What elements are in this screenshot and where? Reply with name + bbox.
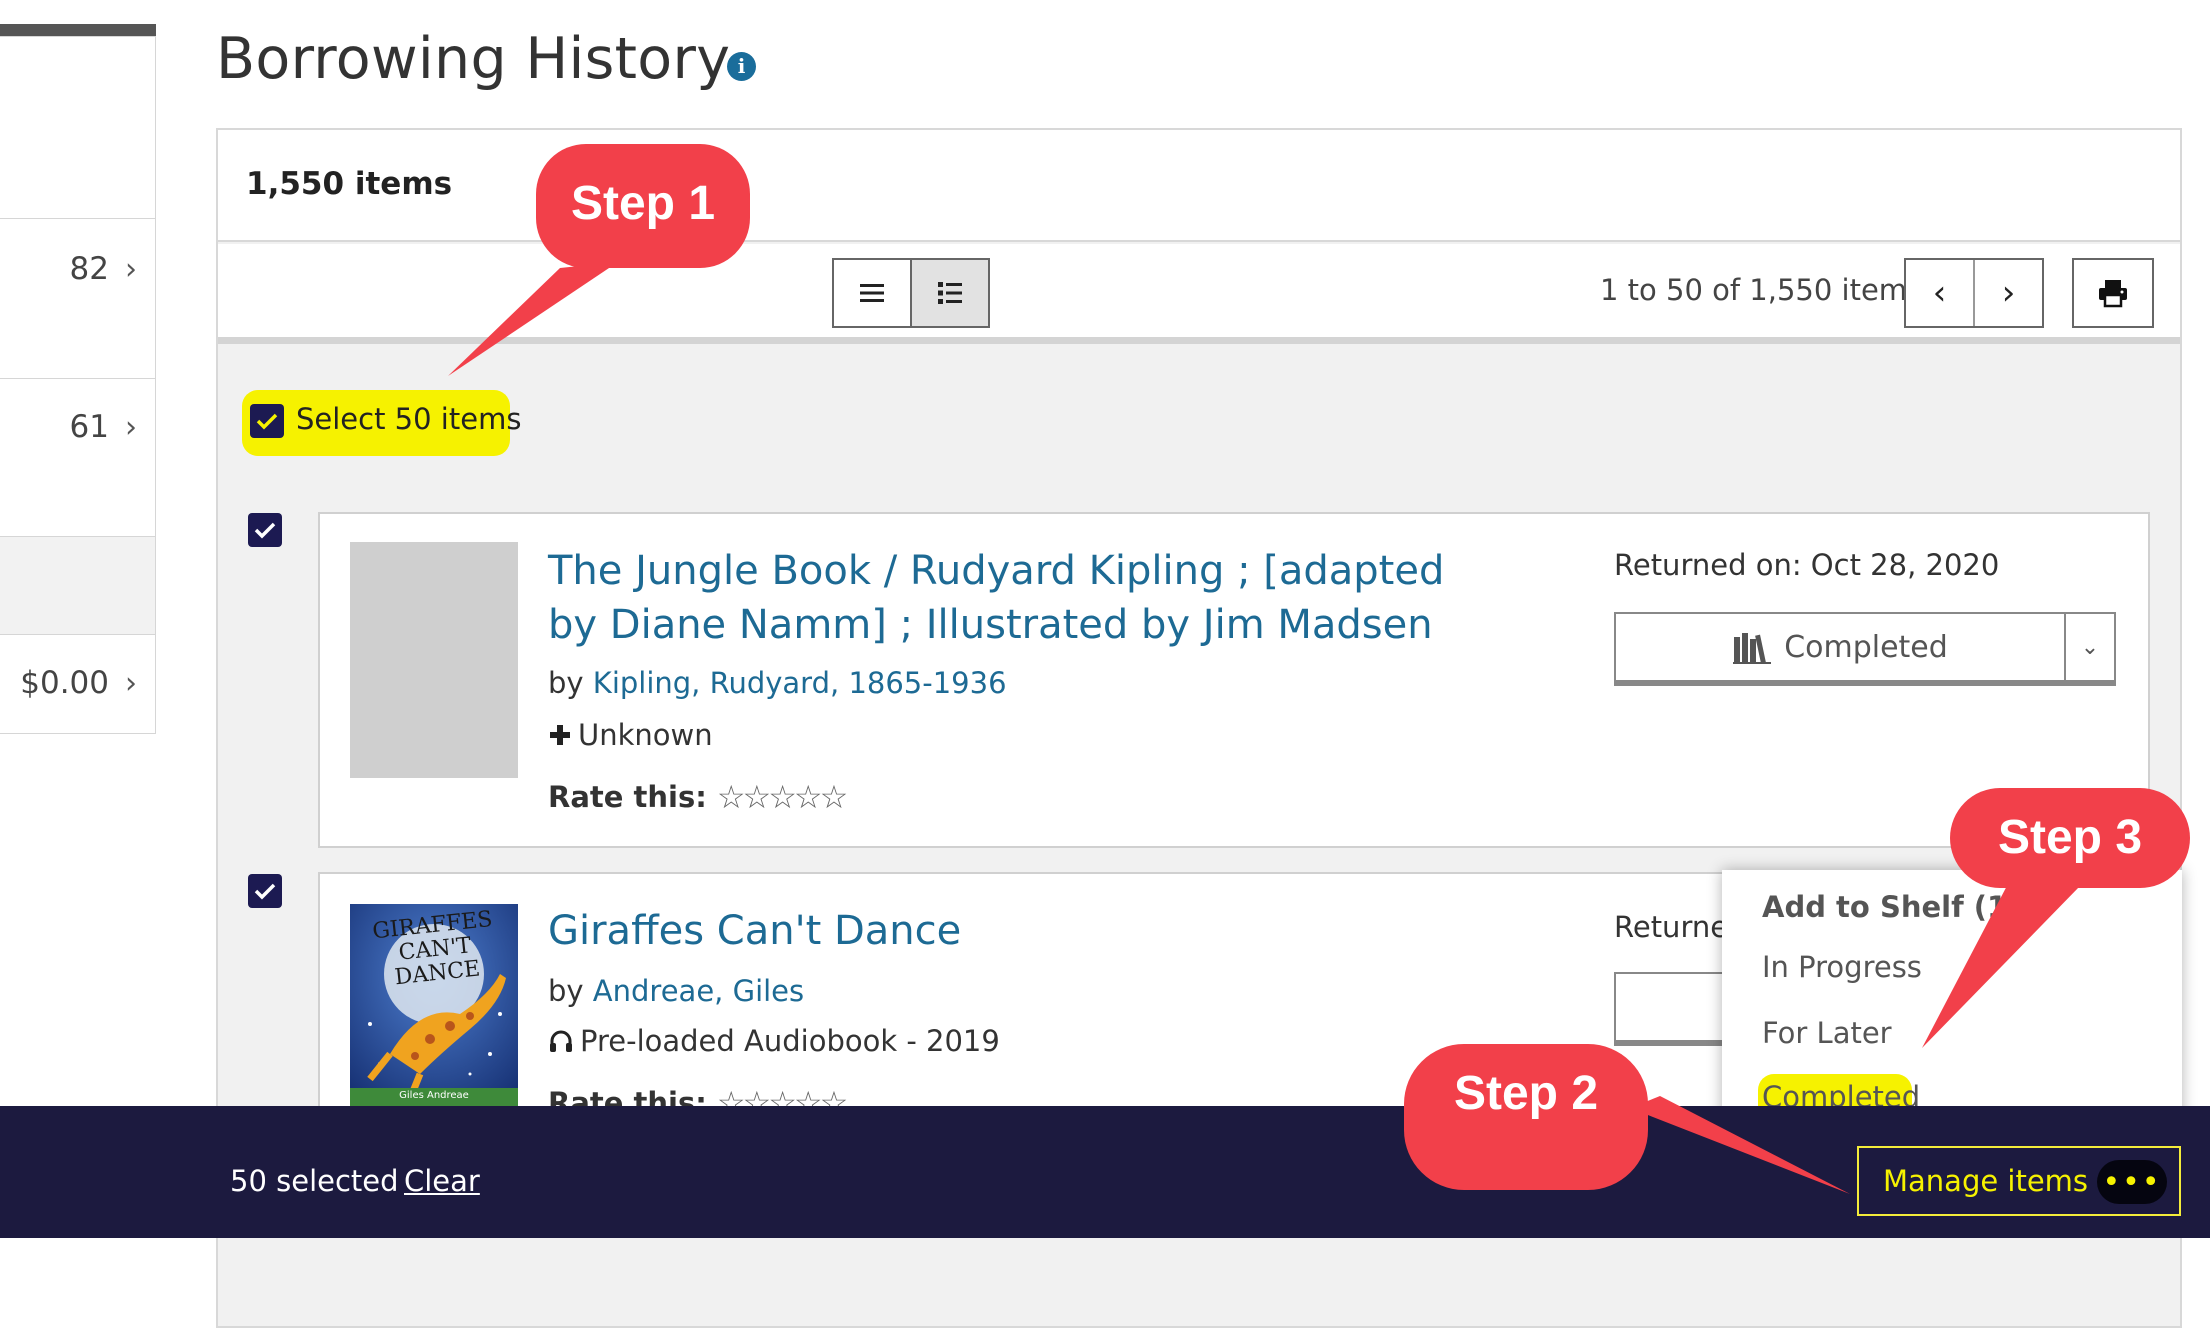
step-callouts: [448, 144, 2190, 1194]
step-3-label: Step 3: [1997, 811, 2143, 864]
step-2-label: Step 2: [1453, 1067, 1599, 1120]
step-1-label: Step 1: [570, 177, 716, 230]
